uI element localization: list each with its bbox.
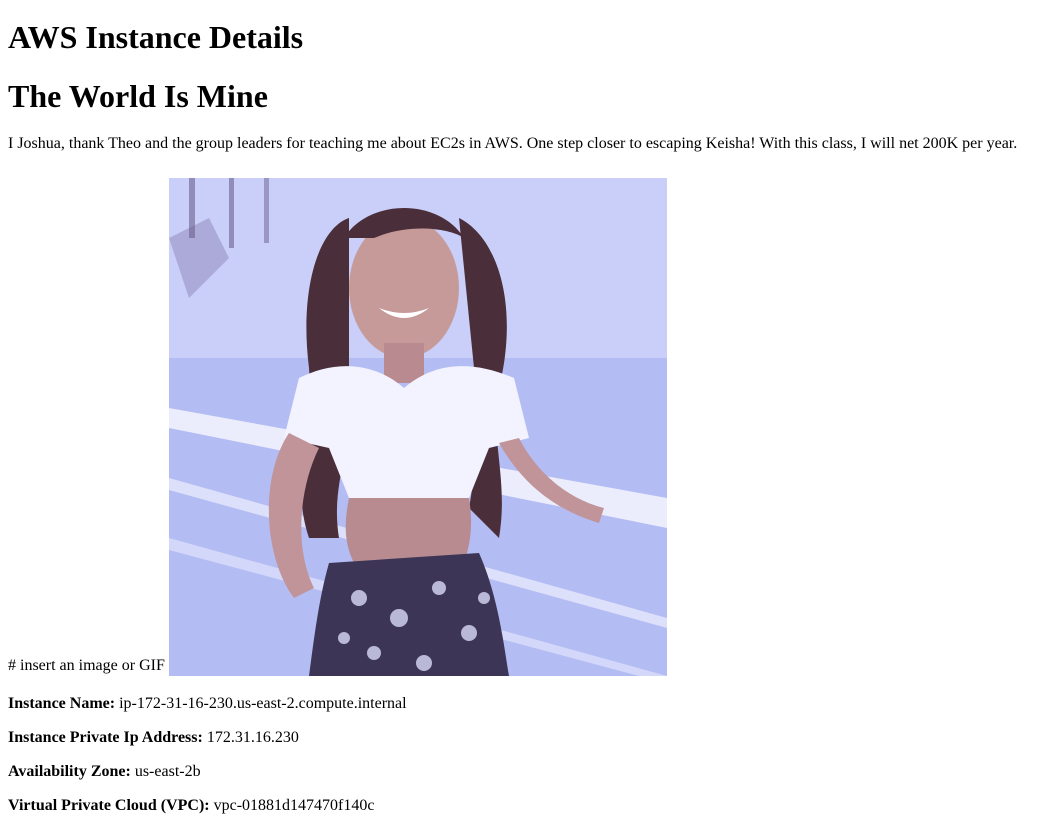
dancing-woman-gif [168, 178, 667, 676]
instance-details: Instance Name: ip-172-31-16-230.us-east-… [8, 695, 1036, 815]
detail-label: Instance Private Ip Address: [8, 729, 203, 746]
detail-value: 172.31.16.230 [206, 729, 299, 746]
detail-value: vpc-01881d147470f140c [213, 797, 375, 814]
detail-value: us-east-2b [134, 763, 201, 780]
page-content: AWS Instance Details The World Is Mine I… [0, 0, 1044, 815]
detail-label: Virtual Private Cloud (VPC): [8, 797, 210, 814]
detail-value: ip-172-31-16-230.us-east-2.compute.inter… [119, 695, 407, 712]
detail-label: Availability Zone: [8, 763, 131, 780]
intro-text: I Joshua, thank Theo and the group leade… [8, 135, 1018, 152]
gif-illustration [168, 178, 667, 676]
image-caption: # insert an image or GIF [8, 657, 165, 674]
page-subtitle: The World Is Mine [8, 78, 268, 114]
image-row: # insert an image or GIF [8, 178, 1036, 676]
detail-availability-zone: Availability Zone: us-east-2b [8, 763, 1036, 781]
detail-instance-name: Instance Name: ip-172-31-16-230.us-east-… [8, 695, 1036, 713]
detail-label: Instance Name: [8, 695, 116, 712]
detail-vpc: Virtual Private Cloud (VPC): vpc-01881d1… [8, 797, 1036, 815]
detail-private-ip: Instance Private Ip Address: 172.31.16.2… [8, 729, 1036, 747]
page-title: AWS Instance Details [8, 19, 304, 55]
